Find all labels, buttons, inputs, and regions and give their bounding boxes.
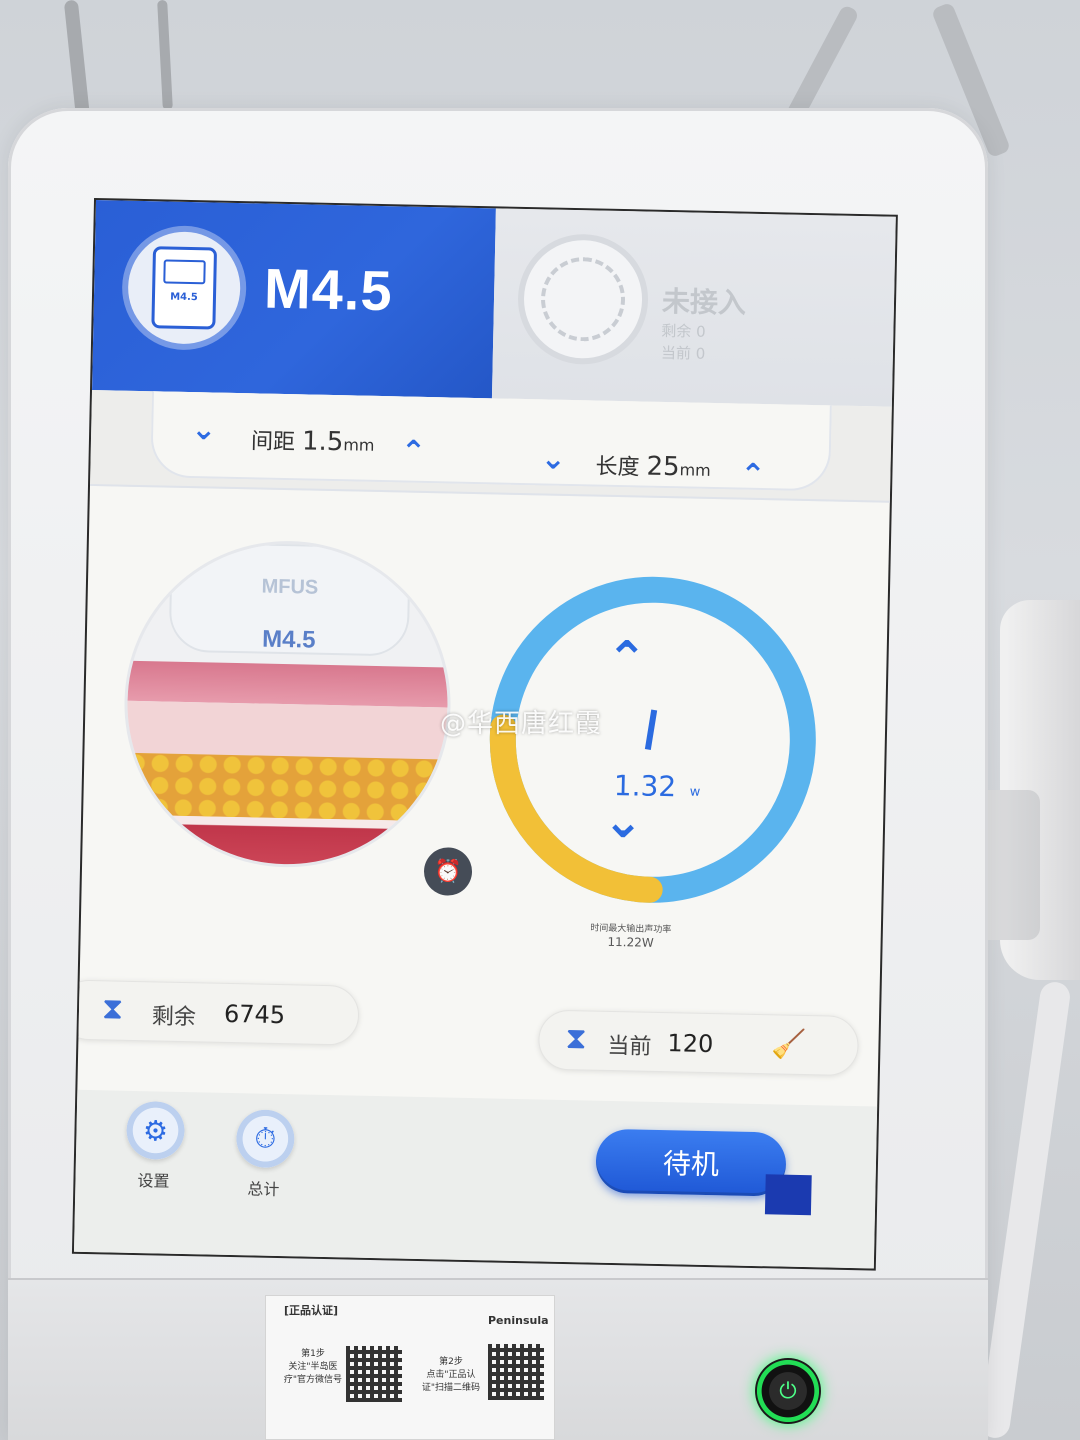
- power-unit: w: [689, 784, 701, 800]
- spacing-value: 1.5: [301, 426, 344, 458]
- muscle-layer: [124, 814, 446, 868]
- length-value: 25: [646, 451, 680, 483]
- probe-title: M4.5: [263, 256, 394, 323]
- spacing-unit: mm: [343, 435, 375, 455]
- stopwatch-icon: ⏱: [254, 1121, 277, 1155]
- length-unit: mm: [679, 460, 711, 480]
- sticker-step-1: 第1步 关注"半岛医疗"官方微信号: [278, 1346, 348, 1385]
- gauge-max-value: 11.22W: [607, 934, 654, 950]
- current-counter: ⧗ 当前 120 🧹: [537, 1009, 860, 1077]
- skin-layer-illustration: MFUS M4.5: [124, 540, 451, 868]
- standby-button[interactable]: 待机: [595, 1128, 787, 1197]
- sticker-step-1-text: 关注"半岛医疗"官方微信号: [283, 1362, 343, 1385]
- power-button[interactable]: ⏻: [755, 1358, 821, 1424]
- spacing-increase-chevron-up-icon[interactable]: ⌃: [400, 434, 426, 470]
- parameter-bar: ⌄ 间距 1.5mm ⌃ ⌄ 长度 25mm ⌃: [90, 389, 892, 503]
- cartridge-window: [163, 259, 206, 285]
- spacing-setting: 间距 1.5mm: [251, 423, 375, 458]
- broom-icon[interactable]: 🧹: [771, 1027, 807, 1061]
- sticker-step-2: 第2步 点击"正品认证"扫描二维码: [416, 1354, 486, 1393]
- connection-indicator: [522, 238, 644, 360]
- hourglass-icon: ⧗: [565, 1021, 587, 1057]
- connection-panel: 未接入 剩余 0 当前 0: [491, 208, 896, 407]
- settings-label: 设置: [137, 1171, 170, 1191]
- background-pole: [157, 0, 173, 111]
- length-label: 长度: [595, 454, 640, 481]
- length-decrease-chevron-down-icon[interactable]: ⌄: [540, 441, 566, 477]
- background-pole: [63, 0, 91, 121]
- spacing-label: 间距: [250, 429, 296, 456]
- probe-cartridge-icon[interactable]: M4.5: [127, 230, 242, 346]
- length-setting: 长度 25mm: [595, 449, 711, 483]
- watermark: @华西唐红霞: [440, 709, 603, 739]
- epidermis-layer: [127, 660, 449, 708]
- current-label: 当前: [607, 1033, 652, 1060]
- remaining-value: 6745: [223, 999, 286, 1030]
- illustration-probe-label: M4.5: [261, 625, 316, 654]
- power-icon: ⏻: [779, 1378, 797, 1404]
- qr-code: [346, 1346, 402, 1402]
- sticker-step-2-title: 第2步: [439, 1357, 463, 1367]
- spacing-decrease-chevron-down-icon[interactable]: ⌄: [191, 412, 217, 448]
- dashed-ring-icon: [540, 256, 626, 343]
- authenticity-sticker: [正品认证] Peninsula 第1步 关注"半岛医疗"官方微信号 第2步 点…: [265, 1295, 555, 1440]
- sticker-step-2-text: 点击"正品认证"扫描二维码: [421, 1370, 481, 1393]
- qr-code: [488, 1344, 544, 1400]
- remaining-counter: ⧗ 剩余 6745: [73, 979, 360, 1046]
- sticker-title: [正品认证]: [284, 1304, 339, 1317]
- fat-layer: [125, 752, 447, 822]
- connection-remaining: 剩余 0: [661, 321, 706, 341]
- cartridge-label: M4.5: [170, 291, 198, 304]
- alarm-clock-icon[interactable]: ⏰: [423, 847, 473, 897]
- sticker-brand: Peninsula: [488, 1314, 549, 1327]
- total-label: 总计: [247, 1179, 280, 1200]
- corner-overlay: [764, 1174, 812, 1216]
- cartridge-icon: M4.5: [151, 246, 218, 330]
- connection-current: 当前 0: [660, 343, 706, 363]
- remaining-label: 剩余: [151, 1004, 197, 1031]
- dermis-layer: [126, 700, 448, 760]
- connection-status: 未接入: [661, 284, 747, 320]
- hourglass-icon: ⧗: [101, 991, 124, 1027]
- power-increase-chevron-up-icon[interactable]: ⌃: [606, 631, 647, 688]
- sticker-step-1-title: 第1步: [301, 1349, 325, 1359]
- gear-icon: ⚙: [142, 1113, 169, 1148]
- handpiece-cable: [978, 980, 1072, 1440]
- length-increase-chevron-up-icon[interactable]: ⌃: [740, 458, 766, 494]
- probe-header: M4.5 M4.5: [92, 200, 496, 399]
- power-decrease-chevron-down-icon[interactable]: ⌄: [603, 793, 644, 850]
- current-value: 120: [667, 1029, 714, 1059]
